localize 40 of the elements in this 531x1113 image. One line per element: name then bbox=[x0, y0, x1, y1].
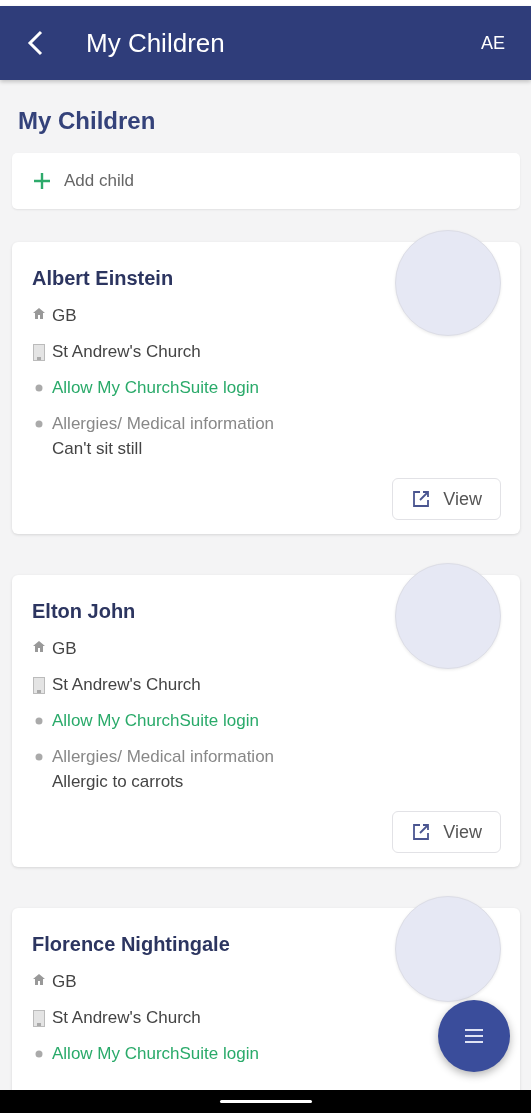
medical-info: Can't sit still bbox=[52, 438, 144, 460]
church-name: St Andrew's Church bbox=[52, 1007, 201, 1029]
church-name: St Andrew's Church bbox=[52, 341, 201, 363]
home-icon bbox=[33, 974, 45, 985]
church-name: St Andrew's Church bbox=[52, 674, 201, 696]
bullet-icon bbox=[35, 384, 43, 392]
login-link[interactable]: Allow My ChurchSuite login bbox=[52, 709, 259, 733]
child-name: Elton John bbox=[32, 599, 137, 624]
view-button[interactable]: View bbox=[392, 811, 501, 853]
user-initials[interactable]: AE bbox=[481, 32, 505, 54]
home-icon bbox=[33, 308, 45, 319]
login-link[interactable]: Allow My ChurchSuite login bbox=[52, 376, 259, 400]
bullet-icon bbox=[35, 1050, 43, 1058]
external-link-icon bbox=[413, 491, 430, 507]
building-icon bbox=[33, 344, 45, 361]
country-text: GB bbox=[52, 638, 77, 660]
home-indicator[interactable] bbox=[219, 1100, 312, 1103]
country-text: GB bbox=[52, 971, 77, 993]
medical-label: Allergies/ Medical information bbox=[52, 746, 275, 768]
add-child-button[interactable]: Add child bbox=[12, 153, 520, 209]
back-icon bbox=[26, 30, 44, 56]
back-button[interactable] bbox=[26, 30, 44, 56]
bullet-icon bbox=[35, 753, 43, 761]
menu-icon bbox=[464, 1028, 484, 1044]
view-button[interactable]: View bbox=[392, 478, 501, 520]
country-text: GB bbox=[52, 305, 77, 327]
external-link-icon bbox=[413, 824, 430, 840]
bullet-icon bbox=[35, 717, 43, 725]
home-icon bbox=[33, 641, 45, 652]
bullet-icon bbox=[35, 420, 43, 428]
login-link[interactable]: Allow My ChurchSuite login bbox=[52, 1042, 259, 1066]
medical-info: Allergic to carrots bbox=[52, 771, 185, 793]
child-name: Albert Einstein bbox=[32, 266, 175, 291]
medical-label: Allergies/ Medical information bbox=[52, 413, 275, 435]
header-title: My Children bbox=[86, 27, 226, 59]
child-name: Florence Nightingale bbox=[32, 932, 231, 957]
plus-icon bbox=[34, 173, 50, 189]
page-title: My Children bbox=[18, 106, 157, 136]
building-icon bbox=[33, 1010, 45, 1027]
building-icon bbox=[33, 677, 45, 694]
